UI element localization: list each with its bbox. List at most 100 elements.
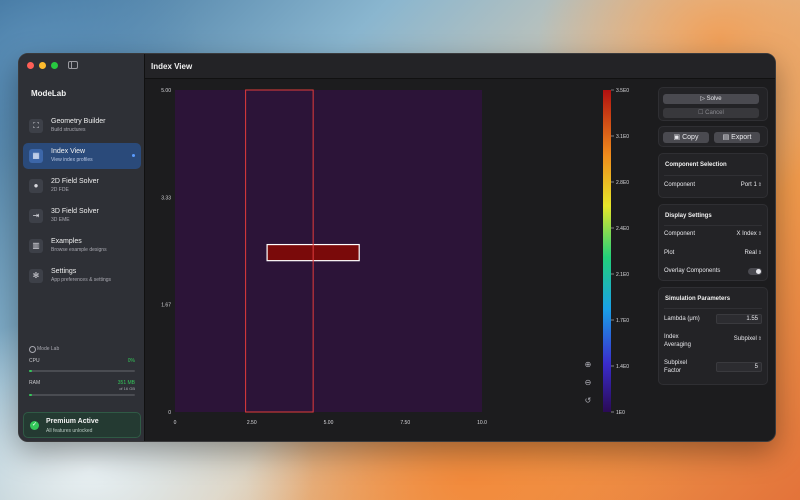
cancel-button[interactable]: ☐ Cancel [663,108,759,118]
index-plot-area: 0 2.50 5.00 7.50 10.0 5.00 3.33 1.67 0 3.5E0 3.1E0… [145,79,635,442]
index-averaging-label-2: Averaging [664,342,691,348]
section-title: Display Settings [665,213,712,219]
cancel-label: Cancel [705,110,724,116]
colorbar-tick-label: 1.7E0 [616,318,629,324]
image-icon: ▣ [673,134,683,141]
system-stats: Mode Lab CPU 0% RAM 351 MB of 16 GB [29,346,135,396]
colorbar-tick-label: 3.1E0 [616,134,629,140]
simulation-parameters-card: Simulation Parameters Lambda (μm) 1.55 I… [658,287,768,385]
chevron-updown-icon: ⇕ [757,336,762,342]
sidebar-item-sublabel: App preferences & settings [51,277,112,283]
ram-label: RAM [29,380,41,386]
chevron-updown-icon: ⇕ [757,182,762,188]
lambda-input[interactable]: 1.55 [716,314,762,324]
cpu-stat: CPU 0% [29,358,135,368]
maximize-window-button[interactable] [51,62,58,69]
sidebar-item-3d-field-solver[interactable]: ⇥ 3D Field Solver 3D EME [23,203,141,229]
x-tick-label: 0 [174,420,177,426]
index-heatmap-chart[interactable]: 0 2.50 5.00 7.50 10.0 5.00 3.33 1.67 0 3.5E0 3.1E0… [145,79,635,442]
y-tick-label: 5.00 [161,88,171,94]
index-averaging-label-1: Index [664,334,679,340]
cpu-label: CPU [29,358,40,364]
colorbar [603,90,611,412]
grid-icon: ▦ [29,149,43,163]
x-tick-label: 7.50 [400,420,410,426]
copy-export-card: ▣ Copy ▤ Export [658,126,768,147]
sidebar-item-label: Settings [51,268,77,275]
app-window: ModeLab ⛶ Geometry Builder Build structu… [18,53,776,442]
active-indicator-dot [132,154,135,157]
sidebar-item-label: 2D Field Solver [51,178,99,185]
cpu-bar-fill [29,370,33,372]
premium-title: Premium Active [46,418,99,425]
app-name: ModeLab [31,89,67,98]
x-tick-label: 5.00 [324,420,334,426]
display-settings-card: Display Settings Component X Index⇕ Plot… [658,204,768,281]
ram-stat: RAM 351 MB of 16 GB [29,380,135,393]
section-title: Simulation Parameters [665,296,731,302]
sidebar-item-label: Examples [51,238,82,245]
sidebar-item-geometry-builder[interactable]: ⛶ Geometry Builder Build structures [23,113,141,139]
x-tick-label: 2.50 [247,420,257,426]
solve-button[interactable]: ▷ Solve [663,94,759,104]
solve-controls-card: ▷ Solve ☐ Cancel [658,87,768,121]
sidebar-item-2d-field-solver[interactable]: ● 2D Field Solver 2D FDE [23,173,141,199]
colorbar-tick-label: 2.8E0 [616,180,629,186]
toolbar: Index View [145,54,775,79]
sidebar-item-sublabel: 3D EME [51,217,70,223]
lambda-label: Lambda (μm) [664,316,700,322]
copy-button[interactable]: ▣ Copy [663,132,709,143]
zoom-in-icon[interactable]: ⊕ [583,360,593,370]
close-window-button[interactable] [27,62,34,69]
chevron-updown-icon: ⇕ [757,231,762,237]
document-icon: ▤ [722,134,732,141]
y-tick-label: 3.33 [161,195,171,201]
reset-view-icon[interactable]: ↺ [583,396,593,406]
sidebar-item-label: 3D Field Solver [51,208,99,215]
sidebar-item-index-view[interactable]: ▦ Index View View index profiles [23,143,141,169]
sidebar-item-sublabel: View index profiles [51,157,93,163]
gear-icon: ✻ [29,269,43,283]
sidebar-item-sublabel: Build structures [51,127,86,133]
subpixel-factor-input[interactable]: 5 [716,362,762,372]
window-controls [27,62,58,69]
y-tick-label: 1.67 [161,303,171,309]
colorbar-tick-label: 1E0 [616,410,625,416]
display-component-select[interactable]: X Index⇕ [736,231,762,237]
sidebar-item-examples[interactable]: ▥ Examples Browse example designs [23,233,141,259]
ram-bar [29,394,135,396]
page-title: Index View [151,62,193,71]
ram-total: of 16 GB [119,386,135,391]
sidebar-item-settings[interactable]: ✻ Settings App preferences & settings [23,263,141,289]
chevron-updown-icon: ⇕ [757,250,762,256]
split-icon: ⇥ [29,209,43,223]
index-averaging-value: Subpixel [733,336,757,342]
colorbar-tick-label: 2.1E0 [616,272,629,278]
overlay-components-toggle[interactable] [748,268,762,275]
sidebar-item-label: Geometry Builder [51,118,106,125]
premium-status-card[interactable]: ✓ Premium Active All features unlocked [23,412,141,438]
colorbar-tick-label: 2.4E0 [616,226,629,232]
colorbar-tick-label: 1.4E0 [616,364,629,370]
display-component-value: X Index [736,231,757,237]
sidebar-toggle-icon[interactable] [68,61,78,69]
main-content: Index View 0 2.50 5.00 7.50 10.0 5.00 3.33 1.67… [145,54,775,442]
component-selection-card: Component Selection Component Port 1⇕ [658,153,768,198]
component-port-select[interactable]: Port 1⇕ [741,182,762,188]
export-button[interactable]: ▤ Export [714,132,760,143]
premium-subtitle: All features unlocked [46,428,93,434]
subpixel-factor-label-2: Factor [664,368,682,374]
colorbar-tick-label: 3.5E0 [616,88,629,94]
plot-value: Real [744,250,757,256]
cpu-value: 0% [127,358,135,364]
plot-select[interactable]: Real⇕ [744,250,762,256]
stats-title: Mode Lab [29,346,135,353]
zoom-out-icon[interactable]: ⊖ [583,378,593,388]
divider [664,225,762,226]
subpixel-factor-label-1: Subpixel [664,360,688,366]
overlay-components-label: Overlay Components [664,268,721,274]
minimize-window-button[interactable] [39,62,46,69]
index-averaging-select[interactable]: Subpixel⇕ [734,336,762,342]
section-title: Component Selection [665,162,727,168]
y-tick-label: 0 [168,410,171,416]
